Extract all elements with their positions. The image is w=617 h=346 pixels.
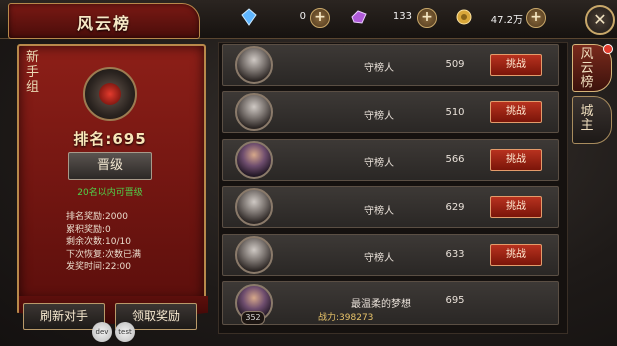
challenge-button[interactable]: 挑战: [490, 101, 542, 123]
opponent-name: 守榜人: [364, 253, 394, 264]
opponent-rank: 629: [445, 202, 465, 213]
current-rank: 排名:695: [73, 130, 147, 148]
close-button[interactable]: ✕: [585, 5, 615, 35]
opponent-rank: 566: [445, 154, 465, 165]
dev-button[interactable]: dev: [92, 322, 112, 342]
resource-crystal: 0 +: [240, 8, 330, 28]
tab-city-lord[interactable]: 城主: [572, 96, 612, 144]
combat-power: 战力:398273: [318, 313, 374, 323]
stat-rank-reward: 排名奖励:2000: [66, 212, 128, 222]
group-label: 新手组: [26, 50, 40, 95]
notification-dot: [603, 44, 613, 54]
opponent-rank: 633: [445, 249, 465, 260]
title-plate: 风云榜: [8, 3, 200, 39]
challenge-button[interactable]: 挑战: [490, 54, 542, 76]
challenge-button[interactable]: 挑战: [490, 244, 542, 266]
promote-button[interactable]: 晋级: [68, 152, 152, 180]
test-button[interactable]: test: [115, 322, 135, 342]
challenge-button[interactable]: 挑战: [490, 196, 542, 218]
gem-count: 133: [392, 11, 412, 22]
add-gold-button[interactable]: +: [526, 8, 546, 28]
resource-gold: 47.2万 +: [455, 8, 550, 28]
opponent-name: 守榜人: [364, 111, 394, 122]
challenge-button[interactable]: 挑战: [490, 149, 542, 171]
stat-next-recovery: 下次恢复:次数已满: [66, 249, 142, 260]
reward-stats: 排名奖励:2000 累积奖励:0 剩余次数:10/10 下次恢复:次数已满 发奖…: [66, 211, 141, 274]
stat-accumulated-reward: 累积奖励:0: [66, 224, 111, 235]
opponent-name: 守榜人: [364, 63, 394, 74]
promote-hint: 20名以内可晋级: [77, 188, 143, 198]
opponent-rank: 509: [445, 59, 465, 70]
avatar[interactable]: [235, 188, 273, 226]
opponent-rank: 510: [445, 107, 465, 118]
top-bar: 风云榜 0 + 133 + 47.2万 + ✕: [0, 0, 617, 39]
crystal-count: 0: [299, 11, 306, 22]
gold-count: 47.2万: [490, 15, 523, 26]
page-title: 风云榜: [76, 14, 131, 33]
avatar[interactable]: [235, 141, 273, 179]
resource-gem: 133 +: [350, 8, 440, 28]
stat-remaining-attempts: 剩余次数:10/10: [66, 237, 131, 247]
level-badge: 352: [241, 311, 265, 325]
opponent-name: 守榜人: [364, 158, 394, 169]
avatar[interactable]: [235, 93, 273, 131]
close-icon: ✕: [593, 10, 607, 29]
emblem-core: [99, 83, 121, 105]
rank-emblem-icon: [83, 67, 137, 121]
add-gem-button[interactable]: +: [417, 8, 437, 28]
self-name: 最温柔的梦想: [351, 299, 411, 310]
self-rank: 695: [445, 295, 465, 306]
avatar[interactable]: [235, 236, 273, 274]
opponent-name: 守榜人: [364, 206, 394, 217]
stat-award-time: 发奖时间:22:00: [66, 262, 131, 272]
avatar[interactable]: [235, 46, 273, 84]
arena-screen: 风云榜 0 + 133 + 47.2万 + ✕ 新手组 排名:695 晋级 20…: [0, 0, 617, 346]
add-crystal-button[interactable]: +: [310, 8, 330, 28]
